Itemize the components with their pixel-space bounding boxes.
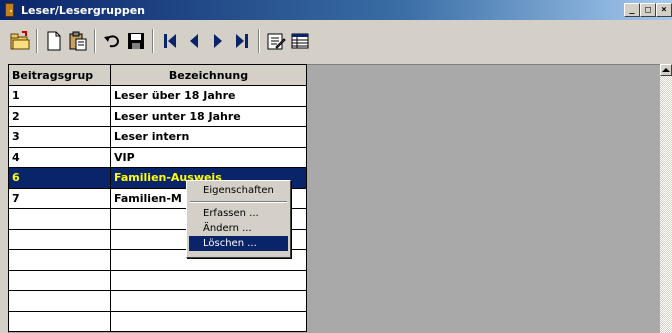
menu-item-properties[interactable]: Eigenschaften — [189, 183, 288, 198]
cell-id[interactable] — [8, 290, 111, 312]
table-row[interactable]: 3 Leser intern — [8, 126, 307, 148]
vertical-scrollbar[interactable] — [660, 64, 672, 333]
cell-id[interactable]: 4 — [8, 146, 111, 168]
title-bar[interactable]: Leser/Lesergruppen _ □ × — [0, 0, 672, 20]
undo-icon[interactable] — [100, 28, 124, 54]
cell-id[interactable] — [8, 249, 111, 271]
toolbar-separator — [258, 29, 260, 53]
cell-id[interactable] — [8, 310, 111, 332]
cell-name[interactable] — [110, 310, 307, 332]
menu-item-add[interactable]: Erfassen ... — [189, 206, 288, 221]
cell-name[interactable]: VIP — [110, 146, 307, 168]
last-record-icon[interactable] — [230, 28, 254, 54]
menu-item-delete[interactable]: Löschen ... — [189, 236, 288, 251]
column-header-beitragsgruppe[interactable]: Beitragsgrup — [8, 64, 111, 86]
arrow-up-icon — [662, 68, 670, 72]
table-row[interactable] — [8, 310, 307, 332]
cell-name[interactable]: Leser intern — [110, 126, 307, 148]
cell-id[interactable] — [8, 269, 111, 291]
table-row[interactable]: 4 VIP — [8, 146, 307, 168]
cell-id[interactable]: 7 — [8, 187, 111, 209]
menu-separator — [190, 201, 287, 203]
maximize-button[interactable]: □ — [640, 3, 656, 17]
first-record-icon[interactable] — [158, 28, 182, 54]
cell-name[interactable]: Leser über 18 Jahre — [110, 85, 307, 107]
table-row[interactable] — [8, 290, 307, 312]
table-header-row: Beitragsgrup Bezeichnung — [8, 64, 307, 86]
table-view-icon[interactable] — [288, 28, 312, 54]
door-icon — [4, 3, 16, 17]
toolbar-separator — [94, 29, 96, 53]
context-menu: Eigenschaften Erfassen ... Ändern ... Lö… — [186, 180, 291, 258]
previous-record-icon[interactable] — [182, 28, 206, 54]
cell-id[interactable]: 2 — [8, 105, 111, 127]
cell-id[interactable] — [8, 228, 111, 250]
cell-id[interactable] — [8, 208, 111, 230]
menu-item-edit[interactable]: Ändern ... — [189, 221, 288, 236]
cell-name[interactable]: Leser unter 18 Jahre — [110, 105, 307, 127]
cell-id[interactable]: 6 — [8, 167, 111, 189]
column-header-bezeichnung[interactable]: Bezeichnung — [110, 64, 307, 86]
paste-icon[interactable] — [66, 28, 90, 54]
table-row[interactable] — [8, 269, 307, 291]
cell-id[interactable]: 3 — [8, 126, 111, 148]
toolbar-separator — [152, 29, 154, 53]
close-button[interactable]: × — [656, 3, 672, 17]
scroll-up-button[interactable] — [660, 64, 672, 76]
next-record-icon[interactable] — [206, 28, 230, 54]
new-document-icon[interactable] — [42, 28, 66, 54]
toolbar-separator — [36, 29, 38, 53]
toolbar — [0, 20, 672, 62]
cell-id[interactable]: 1 — [8, 85, 111, 107]
app-window: Leser/Lesergruppen _ □ × Beitragsgrup Be… — [0, 0, 672, 333]
properties-icon[interactable] — [264, 28, 288, 54]
cell-name[interactable] — [110, 269, 307, 291]
window-title: Leser/Lesergruppen — [21, 3, 145, 17]
save-icon[interactable] — [124, 28, 148, 54]
cell-name[interactable] — [110, 290, 307, 312]
minimize-button[interactable]: _ — [624, 3, 640, 17]
table-row[interactable]: 1 Leser über 18 Jahre — [8, 85, 307, 107]
table-row[interactable]: 2 Leser unter 18 Jahre — [8, 105, 307, 127]
open-folder-icon[interactable] — [8, 28, 32, 54]
